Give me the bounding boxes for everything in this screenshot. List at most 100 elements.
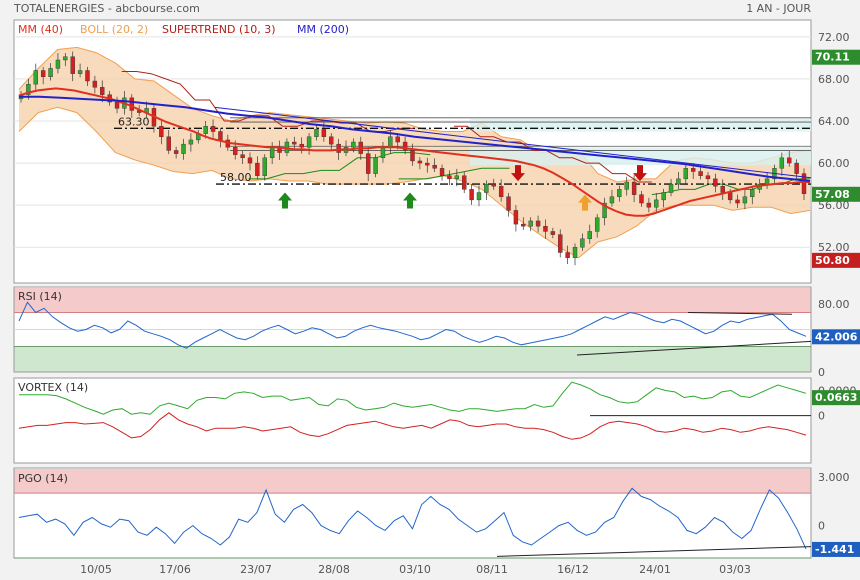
candle-body (114, 101, 120, 109)
candle-body (417, 160, 423, 164)
candle-body (594, 217, 600, 232)
candle-body (587, 231, 592, 240)
candle-body (624, 181, 629, 190)
chart-canvas: TOTALENERGIES - abcbourse.com 1 AN - JOU… (13, 2, 860, 576)
candle-body (550, 231, 556, 235)
candle-body (631, 181, 637, 195)
candle-body (654, 199, 659, 208)
price-y-tick-label: 52.00 (818, 241, 850, 254)
candle-body (373, 157, 378, 174)
candle-body (506, 196, 511, 211)
candle-body (646, 202, 652, 208)
candle-body (210, 126, 216, 132)
price-tag-label: 70.11 (815, 51, 850, 64)
candle-body (609, 196, 615, 204)
legend-item: SUPERTREND (10, 3) (162, 23, 276, 36)
candle-body (321, 129, 327, 137)
candle-body (683, 168, 689, 180)
chart-header: TOTALENERGIES - abcbourse.com 1 AN - JOU… (13, 2, 811, 15)
candle-body (233, 147, 238, 155)
candle-body (329, 136, 334, 145)
candle-body (439, 168, 445, 176)
candle-body (462, 175, 467, 190)
candle-body (639, 194, 644, 204)
candle-body (365, 153, 371, 174)
candle-body (690, 168, 696, 172)
candle-body (787, 157, 792, 164)
candle-body (218, 131, 223, 141)
candle-body (173, 150, 179, 154)
candle-body (240, 154, 245, 159)
candle-body (48, 68, 53, 78)
candle-body (85, 70, 90, 82)
pgo-y-tick-label: 3.000 (818, 471, 850, 484)
candle-body (100, 87, 105, 95)
candle-body (661, 192, 666, 201)
candle-body (735, 199, 740, 204)
legend-item: MM (200) (297, 23, 349, 36)
x-tick-label: 08/11 (476, 563, 508, 576)
candle-body (572, 247, 578, 258)
price-tag-label: 50.80 (815, 254, 850, 267)
candle-body (794, 162, 799, 174)
rsi-title: RSI (14) (18, 290, 62, 303)
candle-body (380, 147, 386, 159)
candle-body (742, 196, 748, 204)
candle-body (336, 143, 341, 153)
legend-item: BOLL (20, 2) (80, 23, 148, 36)
candle-body (40, 70, 46, 78)
candle-body (432, 164, 437, 169)
rsi-tag-label: 42.006 (815, 330, 858, 343)
candle-body (668, 183, 674, 193)
candle-body (764, 178, 770, 185)
candle-body (779, 157, 785, 169)
candle-body (484, 183, 489, 193)
candle-body (92, 80, 98, 88)
candle-body (299, 143, 304, 148)
period-label: 1 AN - JOUR (746, 2, 811, 15)
rsi-overbought-zone (14, 288, 811, 313)
price-y-tick-label: 60.00 (818, 157, 850, 170)
candle-body (713, 178, 718, 187)
vortex-panel (13, 377, 812, 464)
candle-body (720, 186, 725, 193)
candle-body (528, 220, 533, 227)
candle-body (617, 189, 622, 197)
candle-body (129, 97, 135, 111)
rsi-y-tick-label: 80.00 (818, 298, 850, 311)
pgo-high-zone (14, 469, 811, 494)
candle-body (469, 189, 474, 201)
candle-body (498, 186, 504, 197)
candle-body (521, 223, 526, 227)
candle-body (255, 162, 260, 176)
candle-body (70, 56, 75, 74)
x-tick-label: 24/01 (639, 563, 671, 576)
candle-body (292, 141, 297, 145)
vortex-tag-label: 0.0663 (815, 391, 857, 404)
x-axis: 10/05 17/06 23/07 28/08 03/10 08/11 16/12 24/01… (80, 563, 751, 576)
candle-body (565, 252, 570, 258)
candle-body (676, 178, 681, 185)
candle-body (159, 126, 164, 137)
candle-body (351, 141, 356, 148)
legend-item: MM (40) (18, 23, 63, 36)
candle-body (750, 189, 755, 197)
candle-body (306, 136, 312, 148)
candle-body (535, 220, 541, 227)
candle-body (705, 175, 711, 180)
zone-strip-high (470, 118, 811, 132)
x-tick-label: 16/12 (557, 563, 589, 576)
price-y-tick-label: 68.00 (818, 73, 850, 86)
candle-body (314, 129, 319, 137)
pgo-y-tick-label: 0 (818, 520, 825, 533)
candle-body (410, 150, 415, 162)
candle-body (698, 171, 703, 176)
pgo-tag-label: -1.441 (815, 543, 854, 556)
level-label: 63.30 (118, 115, 150, 128)
candle-body (727, 192, 733, 201)
candle-body (580, 238, 585, 248)
candle-body (33, 70, 38, 85)
candle-body (476, 192, 482, 201)
candle-body (247, 157, 253, 164)
candle-body (395, 136, 400, 143)
